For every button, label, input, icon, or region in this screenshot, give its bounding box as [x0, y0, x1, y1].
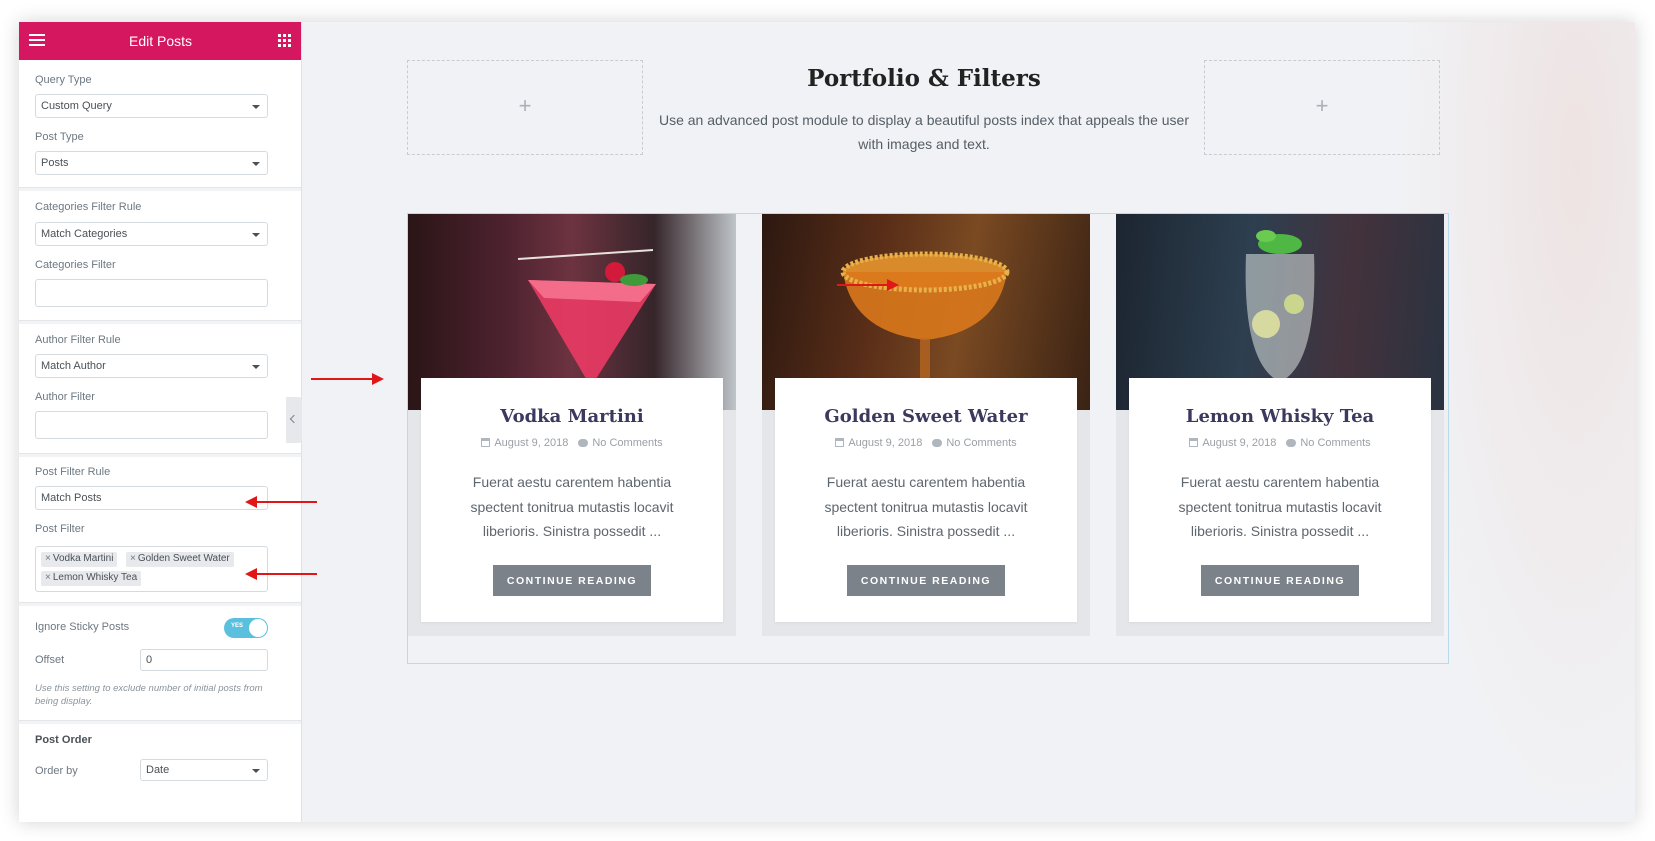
author-filter-rule-select[interactable]: Match Author	[35, 354, 268, 378]
categories-filter-rule-value: Match Categories	[41, 228, 128, 240]
author-filter-label: Author Filter	[35, 391, 95, 403]
categories-filter-label: Categories Filter	[35, 259, 116, 271]
offset-label: Offset	[35, 654, 65, 666]
close-icon[interactable]: ×	[45, 572, 51, 583]
toggle-knob	[249, 619, 267, 637]
author-filter-input[interactable]	[35, 411, 268, 439]
post-meta: August 9, 2018 No Comments	[421, 437, 723, 449]
annotation-arrow-left-icon	[245, 568, 317, 580]
offset-help-text: Use this setting to exclude number of in…	[35, 683, 263, 707]
post-type-label: Post Type	[35, 131, 84, 143]
author-filter-rule-label: Author Filter Rule	[35, 334, 121, 346]
post-title[interactable]: Vodka Martini	[421, 406, 723, 427]
query-type-select[interactable]: Custom Query	[35, 94, 268, 118]
author-filter-rule-value: Match Author	[41, 360, 106, 372]
post-order-heading: Post Order	[35, 734, 92, 746]
post-card-body: Golden Sweet Water August 9, 2018 No Comm…	[775, 378, 1077, 622]
order-by-select[interactable]: Date	[140, 759, 268, 781]
post-card: Lemon Whisky Tea August 9, 2018 No Commen…	[1116, 214, 1444, 636]
plus-icon: +	[1315, 93, 1329, 118]
grid-icon[interactable]	[278, 34, 291, 47]
calendar-icon	[1189, 438, 1199, 447]
post-meta: August 9, 2018 No Comments	[1129, 437, 1431, 449]
filter-tag-label: Vodka Martini	[52, 553, 114, 564]
comments-icon	[578, 439, 589, 447]
editor-window: Edit Posts Query Type Custom Query Post …	[19, 22, 1635, 822]
post-excerpt: Fuerat aestu carentem habentia spectent …	[824, 474, 1028, 539]
continue-reading-button[interactable]: CONTINUE READING	[493, 565, 651, 596]
query-type-value: Custom Query	[41, 100, 112, 112]
divider	[19, 603, 301, 606]
add-widget-placeholder-right[interactable]: +	[1204, 60, 1440, 155]
post-date: August 9, 2018	[494, 437, 569, 449]
panel-header: Edit Posts	[19, 22, 301, 60]
post-card: Vodka Martini August 9, 2018 No Comments …	[408, 214, 736, 636]
categories-filter-input[interactable]	[35, 279, 268, 307]
post-type-value: Posts	[41, 157, 69, 169]
post-excerpt: Fuerat aestu carentem habentia spectent …	[470, 474, 674, 539]
post-comments[interactable]: No Comments	[946, 437, 1016, 449]
chevron-down-icon	[252, 769, 260, 773]
post-title[interactable]: Lemon Whisky Tea	[1129, 406, 1431, 427]
editor-panel: Edit Posts Query Type Custom Query Post …	[19, 22, 302, 822]
order-by-value: Date	[146, 764, 170, 776]
divider	[19, 721, 301, 724]
categories-filter-rule-label: Categories Filter Rule	[35, 201, 142, 213]
post-comments[interactable]: No Comments	[592, 437, 662, 449]
query-type-label: Query Type	[35, 74, 92, 86]
offset-input[interactable]: 0	[140, 649, 268, 671]
continue-reading-button[interactable]: CONTINUE READING	[1201, 565, 1359, 596]
ignore-sticky-toggle[interactable]: YES	[224, 618, 268, 638]
chevron-down-icon	[252, 162, 260, 166]
filter-tag[interactable]: × Lemon Whisky Tea	[41, 571, 142, 586]
post-comments[interactable]: No Comments	[1300, 437, 1370, 449]
post-filter-tag-input[interactable]: × Vodka Martini × Golden Sweet Water × Lemo…	[35, 546, 268, 592]
categories-filter-rule-select[interactable]: Match Categories	[35, 222, 268, 246]
annotation-arrow-left-icon	[245, 496, 317, 508]
post-filter-rule-field[interactable]: Match Posts	[35, 486, 268, 510]
post-filter-label: Post Filter	[35, 523, 85, 535]
chevron-down-icon	[252, 365, 260, 369]
divider	[19, 321, 301, 324]
calendar-icon	[481, 438, 491, 447]
divider	[19, 454, 301, 457]
panel-title: Edit Posts	[128, 33, 193, 49]
filter-tag[interactable]: × Golden Sweet Water	[126, 552, 234, 567]
calendar-icon	[835, 438, 845, 447]
filter-tag-label: Lemon Whisky Tea	[52, 572, 138, 583]
annotation-arrow-right-icon	[837, 279, 899, 291]
close-icon[interactable]: ×	[130, 553, 136, 564]
filter-tag-label: Golden Sweet Water	[137, 553, 230, 564]
plus-icon: +	[518, 93, 532, 118]
divider	[19, 188, 301, 191]
continue-reading-button[interactable]: CONTINUE READING	[847, 565, 1005, 596]
post-filter-rule-label: Post Filter Rule	[35, 466, 111, 478]
post-meta: August 9, 2018 No Comments	[775, 437, 1077, 449]
filter-tag[interactable]: × Vodka Martini	[41, 552, 118, 567]
section-title: Portfolio & Filters	[807, 65, 1041, 92]
post-date: August 9, 2018	[1202, 437, 1277, 449]
order-by-label: Order by	[35, 765, 78, 777]
comments-icon	[932, 439, 943, 447]
chevron-left-icon	[289, 414, 299, 424]
chevron-down-icon	[252, 105, 260, 109]
section-description: Use an advanced post module to display a…	[658, 112, 1189, 152]
post-card-body: Vodka Martini August 9, 2018 No Comments …	[421, 378, 723, 622]
annotation-arrow-right-icon	[311, 373, 384, 385]
post-card-body: Lemon Whisky Tea August 9, 2018 No Commen…	[1129, 378, 1431, 622]
comments-icon	[1286, 439, 1297, 447]
post-excerpt: Fuerat aestu carentem habentia spectent …	[1178, 474, 1382, 539]
chevron-down-icon	[252, 233, 260, 237]
post-title[interactable]: Golden Sweet Water	[775, 406, 1077, 427]
panel-collapse-button[interactable]	[286, 397, 302, 443]
post-card: Golden Sweet Water August 9, 2018 No Comm…	[762, 214, 1090, 636]
post-type-select[interactable]: Posts	[35, 151, 268, 175]
toggle-text: YES	[231, 623, 244, 629]
add-widget-placeholder-left[interactable]: +	[407, 60, 643, 155]
close-icon[interactable]: ×	[45, 553, 51, 564]
post-date: August 9, 2018	[848, 437, 923, 449]
ignore-sticky-label: Ignore Sticky Posts	[35, 621, 130, 633]
